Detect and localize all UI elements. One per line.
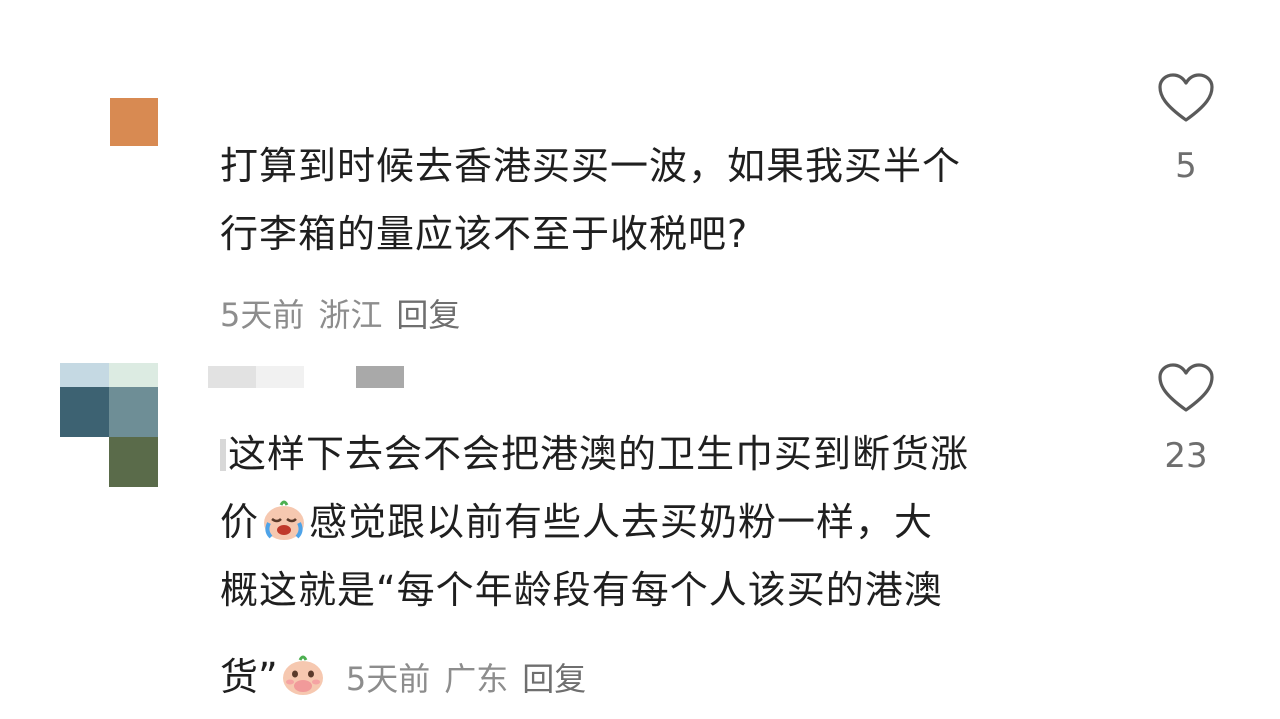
heart-outline-icon[interactable]	[1157, 72, 1215, 124]
comment-meta: 5天前 浙江 回复	[220, 290, 474, 336]
username-redacted	[208, 366, 404, 388]
comment-time: 5天前	[220, 296, 305, 334]
like-count: 5	[1175, 146, 1197, 186]
comment-text-line: 行李箱的量应该不至于收税吧?	[220, 212, 749, 256]
heart-outline-icon[interactable]	[1157, 362, 1215, 414]
comment-text: 打算到时候去香港买买一波，如果我买半个 行李箱的量应该不至于收税吧?	[220, 132, 1100, 268]
comment-text-line: 价 感觉跟以前有些人去买奶粉一样，大	[220, 488, 1100, 556]
comment-text: 这样下去会不会把港澳的卫生巾买到断货涨 价 感觉跟以前有些人去买奶粉一样，大 概…	[220, 420, 1100, 624]
comment-meta: 货” 5天前 广东 回复	[220, 646, 600, 701]
avatar[interactable]	[110, 98, 158, 146]
reply-button[interactable]: 回复	[522, 660, 586, 698]
comment-text-segment: 价	[220, 500, 260, 544]
comment-text-line: 概这就是“每个年龄段有每个人该买的港澳	[220, 568, 943, 612]
like-count: 23	[1164, 436, 1208, 476]
comment-text-line: 这样下去会不会把港澳的卫生巾买到断货涨	[220, 420, 1100, 488]
reply-button[interactable]: 回复	[396, 296, 460, 334]
crying-face-emoji	[264, 500, 305, 540]
avatar[interactable]	[60, 363, 158, 487]
like-button[interactable]: 23	[1156, 362, 1216, 476]
comment-text-segment: 感觉跟以前有些人去买奶粉一样，大	[309, 500, 934, 544]
comment-location: 浙江	[318, 296, 383, 334]
comment-text-line: 打算到时候去香港买买一波，如果我买半个	[220, 144, 962, 188]
like-button[interactable]: 5	[1156, 72, 1216, 186]
redacted-mark	[220, 439, 226, 471]
covering-mouth-emoji	[282, 655, 323, 695]
comment-time: 5天前	[345, 660, 431, 698]
comment-text-tail: 货”	[220, 655, 278, 699]
comment-text-segment: 这样下去会不会把港澳的卫生巾买到断货涨	[228, 432, 970, 476]
comment-location: 广东	[444, 660, 509, 698]
